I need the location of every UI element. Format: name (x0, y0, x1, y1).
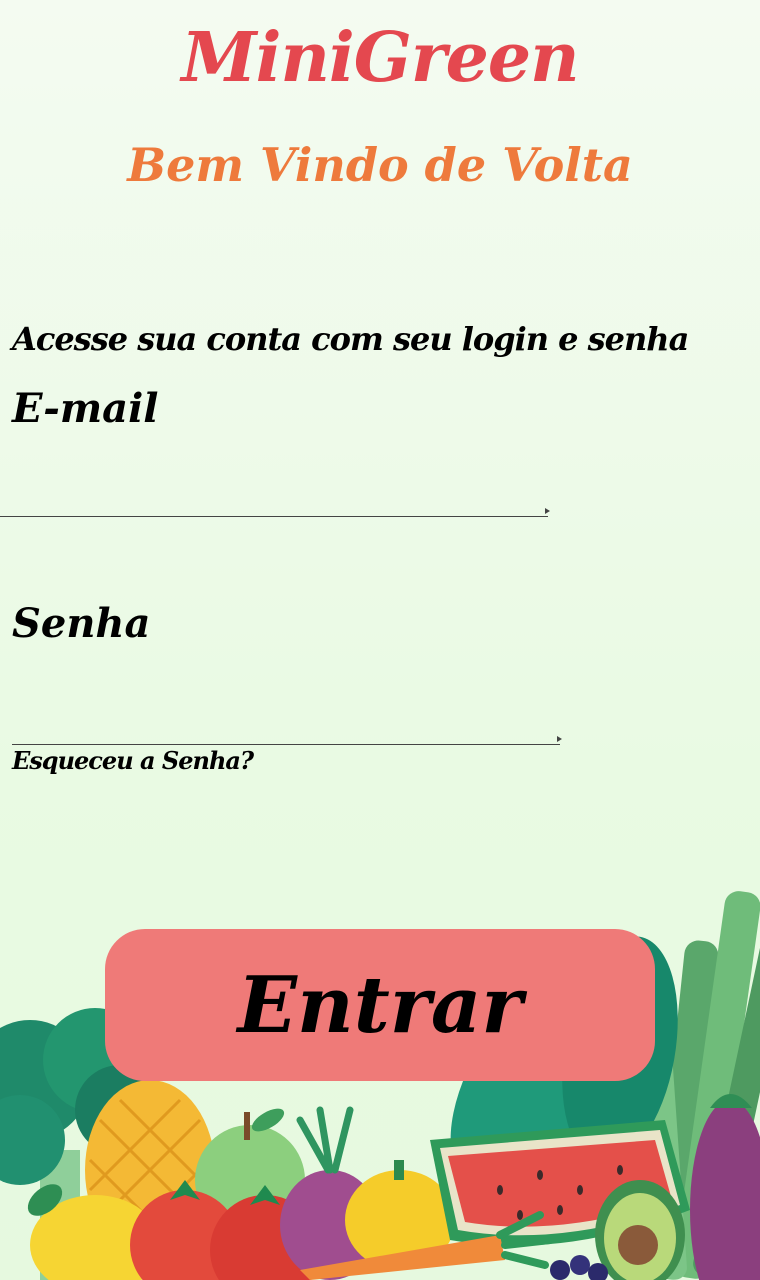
app-title: MiniGreen (181, 18, 579, 98)
login-instructions: Acesse sua conta com seu login e senha (12, 320, 689, 358)
password-label: Senha (12, 600, 151, 647)
blueberry-icon (550, 1255, 608, 1280)
welcome-subtitle: Bem Vindo de Volta (127, 138, 633, 192)
email-label: E-mail (12, 385, 159, 432)
email-field[interactable] (0, 458, 548, 517)
password-field[interactable] (12, 686, 560, 745)
password-underline-tip (557, 736, 562, 742)
enter-button[interactable]: Entrar (105, 929, 655, 1081)
forgot-password-link[interactable]: Esqueceu a Senha? (12, 746, 254, 775)
email-underline-tip (545, 508, 550, 514)
